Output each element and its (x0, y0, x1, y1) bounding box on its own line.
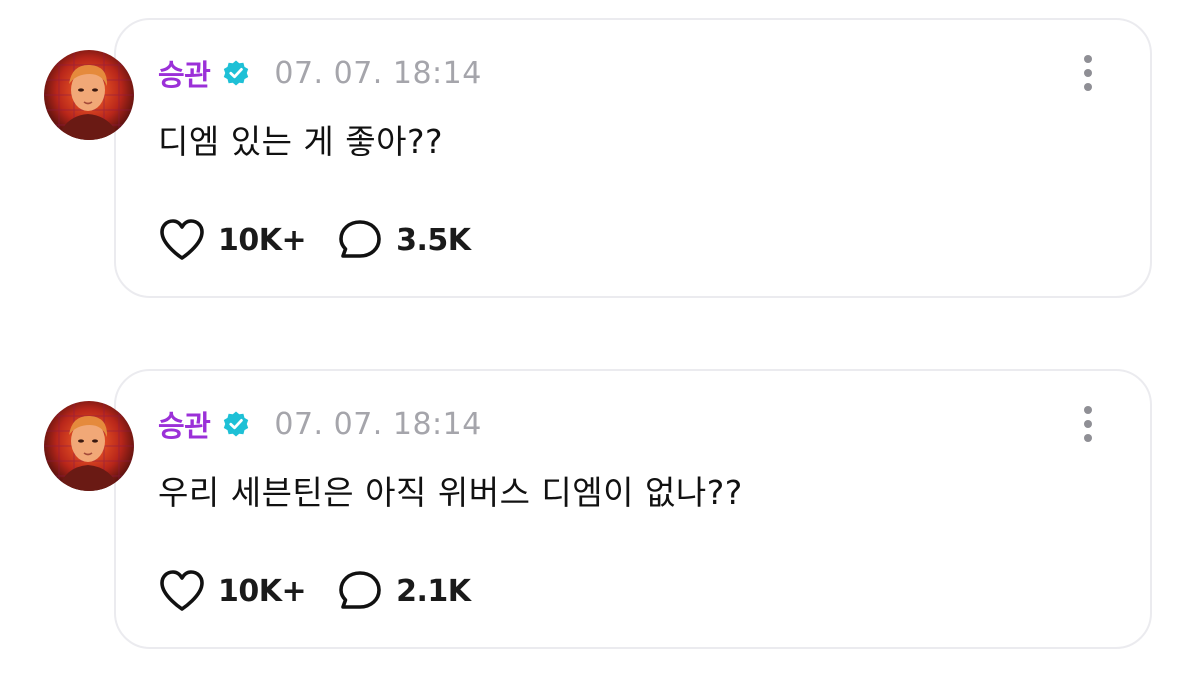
more-vertical-icon[interactable] (1074, 53, 1102, 93)
avatar[interactable] (44, 401, 134, 491)
heart-icon (160, 219, 204, 260)
like-count: 10K+ (218, 222, 307, 258)
post-body-text: 디엠 있는 게 좋아?? (158, 122, 444, 161)
post-timestamp: 07. 07. 18:14 (274, 55, 482, 91)
post-item: 승관 07. 07. 18:14 디엠 있는 게 좋아?? 10K+ 3.5K (0, 18, 1200, 318)
comment-count: 2.1K (396, 573, 471, 609)
author-name[interactable]: 승관 (158, 52, 211, 94)
post-item: 승관 07. 07. 18:14 우리 세븐틴은 아직 위버스 디엠이 없나??… (0, 369, 1200, 669)
like-button[interactable]: 10K+ (158, 569, 307, 613)
like-button[interactable]: 10K+ (158, 218, 307, 262)
author-name[interactable]: 승관 (158, 403, 211, 445)
post-timestamp: 07. 07. 18:14 (274, 406, 482, 442)
post-header: 승관 07. 07. 18:14 (158, 404, 482, 444)
verified-badge-icon (222, 59, 250, 87)
verified-badge-icon (222, 410, 250, 438)
post-body-text: 우리 세븐틴은 아직 위버스 디엠이 없나?? (158, 473, 743, 512)
comment-count: 3.5K (396, 222, 471, 258)
comment-bubble-icon (339, 571, 381, 609)
like-count: 10K+ (218, 573, 307, 609)
more-vertical-icon[interactable] (1074, 404, 1102, 444)
avatar[interactable] (44, 50, 134, 140)
comment-bubble-icon (339, 220, 381, 258)
post-actions: 10K+ 2.1K (158, 566, 501, 616)
comment-button[interactable]: 2.1K (336, 569, 471, 613)
heart-icon (160, 570, 204, 611)
post-actions: 10K+ 3.5K (158, 215, 501, 265)
comment-button[interactable]: 3.5K (336, 218, 471, 262)
post-header: 승관 07. 07. 18:14 (158, 53, 482, 93)
